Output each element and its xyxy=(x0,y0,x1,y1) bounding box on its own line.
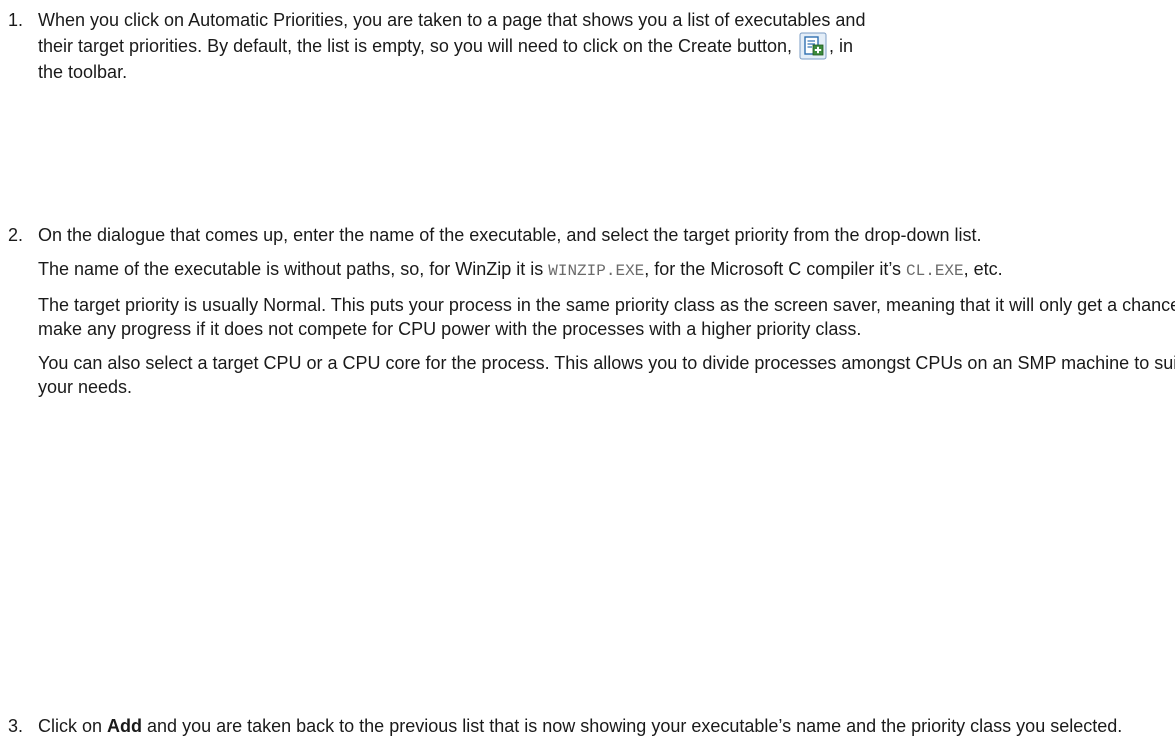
step-2-paragraph-1: On the dialogue that comes up, enter the… xyxy=(38,225,982,245)
step-1-line-1: When you click on Automatic Priorities, … xyxy=(38,10,866,30)
create-icon xyxy=(799,32,827,60)
step-2-p2-text-a: The name of the executable is without pa… xyxy=(38,259,549,279)
step-1-line-3: the toolbar. xyxy=(38,62,128,82)
step-1-line-2: their target priorities. By default, the… xyxy=(38,32,1175,60)
step-3-paragraph: Click on Add and you are taken back to t… xyxy=(38,714,1175,738)
step-2-paragraph-2: The name of the executable is without pa… xyxy=(38,257,1175,283)
add-keyword: Add xyxy=(107,716,143,736)
instruction-steps: 1. When you click on Automatic Prioritie… xyxy=(0,0,1175,736)
step-1: 1. When you click on Automatic Prioritie… xyxy=(0,8,1175,84)
step-3-text-a: Click on xyxy=(38,716,108,736)
step-2-paragraph-4: You can also select a target CPU or a CP… xyxy=(38,353,1175,397)
code-cl: CL.EXE xyxy=(906,262,964,280)
step-number: 2. xyxy=(8,225,24,245)
step-number: 3. xyxy=(8,716,24,736)
step-number: 1. xyxy=(8,10,24,30)
step-1-line-2-text: their target priorities. By default, the… xyxy=(38,36,798,56)
step-2: 2. On the dialogue that comes up, enter … xyxy=(0,223,1175,399)
step-1-line-2-after: , in xyxy=(829,36,854,56)
step-3-text-b: and you are taken back to the previous l… xyxy=(142,716,1123,736)
step-2-paragraph-3: The target priority is usually Normal. T… xyxy=(38,295,1175,339)
code-winzip: WINZIP.EXE xyxy=(548,262,645,280)
step-2-p2-text-c: , etc. xyxy=(963,259,1003,279)
step-2-p2-text-b: , for the Microsoft C compiler it’s xyxy=(644,259,907,279)
step-3: 3. Click on Add and you are taken back t… xyxy=(0,714,1175,738)
document-page: 1. When you click on Automatic Prioritie… xyxy=(0,0,1175,736)
